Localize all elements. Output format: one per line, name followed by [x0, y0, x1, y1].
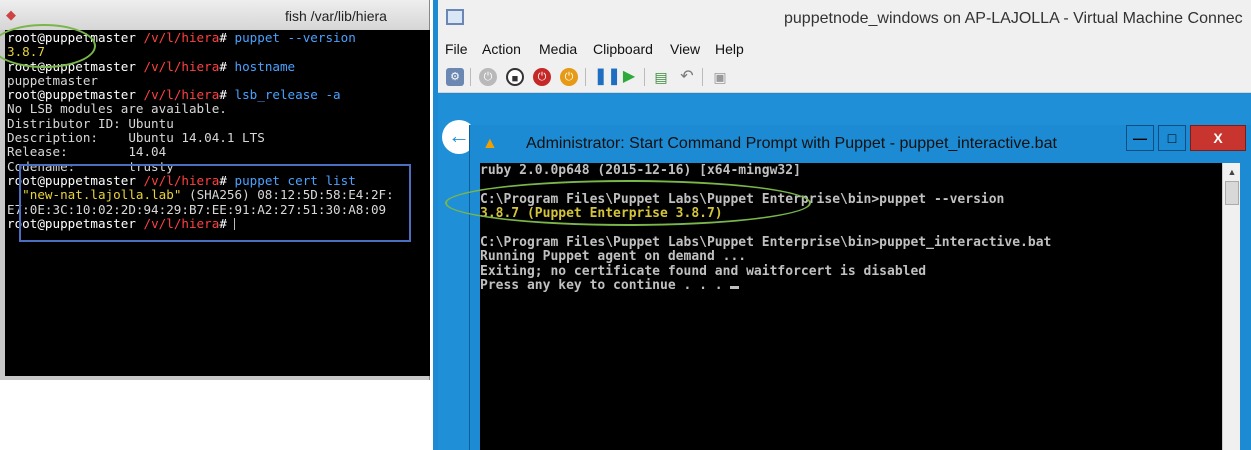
terminal-line: Release: 14.04	[7, 144, 166, 159]
terminal-line: Distributor ID: Ubuntu	[7, 116, 174, 131]
toolbar-separator	[585, 68, 586, 86]
terminal-segment: /v/l/hiera	[143, 87, 220, 103]
maximize-button[interactable]: □	[1158, 125, 1186, 151]
vm-title: puppetnode_windows on AP-LAJOLLA - Virtu…	[784, 10, 1243, 27]
vm-titlebar[interactable]: puppetnode_windows on AP-LAJOLLA - Virtu…	[433, 0, 1251, 37]
terminal-segment: C:\Program Files\Puppet Labs\Puppet Ente…	[480, 235, 1052, 251]
terminal-line: Press any key to continue . . .	[480, 278, 740, 294]
terminal-line: Running Puppet agent on demand ...	[480, 249, 746, 264]
save-icon[interactable]: ⏻	[560, 68, 578, 86]
menu-media[interactable]: Media	[539, 41, 577, 57]
terminal-segment: hostname	[234, 58, 296, 74]
vm-menubar: File Action Media Clipboard View Help	[438, 37, 1251, 61]
checkpoint-icon[interactable]: ▤	[652, 68, 670, 86]
resume-icon[interactable]: ▶	[620, 68, 638, 86]
toolbar-separator	[702, 68, 703, 86]
scroll-up-icon[interactable]: ▲	[1223, 163, 1241, 181]
windows-version-highlight-ellipse	[445, 180, 811, 226]
close-button[interactable]: X	[1190, 125, 1246, 151]
terminal-title: fish /var/lib/hiera	[285, 8, 387, 24]
terminal-segment: root@puppetmaster	[7, 87, 144, 103]
terminal-line: Description: Ubuntu 14.04.1 LTS	[7, 130, 265, 145]
terminal-segment: Running Puppet agent on demand ...	[480, 249, 747, 265]
terminal-segment: Press any key to continue . . .	[480, 278, 731, 294]
terminal-segment: puppet --version	[234, 30, 356, 45]
menu-file[interactable]: File	[445, 41, 468, 57]
toolbar-separator	[644, 68, 645, 86]
terminal-segment: Exiting; no certificate found and waitfo…	[480, 263, 927, 279]
scroll-thumb[interactable]	[1225, 181, 1239, 205]
terminal-line: No LSB modules are available.	[7, 101, 227, 116]
terminal-line: root@puppetmaster /v/l/hiera# lsb_releas…	[7, 87, 341, 102]
terminal-line: ruby 2.0.0p648 (2015-12-16) [x64-mingw32…	[480, 163, 801, 178]
terminal-segment: /v/l/hiera	[143, 58, 220, 74]
turn-off-icon[interactable]: ■	[506, 68, 524, 86]
menu-view[interactable]: View	[670, 41, 700, 57]
vm-toolbar: ⚙ ⏻ ■ ⏻ ⏻ ❚❚ ▶ ▤ ↶ ▣	[438, 61, 1251, 93]
minimize-button[interactable]: —	[1126, 125, 1154, 151]
cmd-scrollbar[interactable]: ▲	[1222, 163, 1240, 450]
terminal-segment: #	[219, 58, 235, 74]
shutdown-icon[interactable]: ⏻	[533, 68, 551, 86]
terminal-segment: #	[219, 30, 235, 45]
cert-list-highlight-box	[19, 164, 411, 242]
terminal-line: C:\Program Files\Puppet Labs\Puppet Ente…	[480, 235, 1051, 250]
terminal-line: puppetmaster	[7, 73, 98, 88]
enhanced-session-icon[interactable]: ▣	[711, 68, 729, 86]
terminal-segment: #	[219, 87, 235, 103]
cmd-icon: ▲	[482, 135, 498, 152]
terminal-segment: Distributor ID: Ubuntu	[7, 115, 174, 131]
revert-icon[interactable]: ↶	[678, 68, 696, 86]
pause-icon[interactable]: ❚❚	[594, 68, 621, 86]
cursor	[730, 286, 740, 290]
terminal-segment: Release: 14.04	[7, 144, 167, 160]
terminal-segment: No LSB modules are available.	[7, 101, 227, 117]
terminal-segment: Description: Ubuntu 14.04.1 LTS	[7, 130, 265, 146]
menu-action[interactable]: Action	[482, 41, 521, 57]
ctrl-alt-del-icon[interactable]: ⚙	[446, 68, 464, 86]
cmd-right-border	[1240, 163, 1251, 450]
vm-icon	[446, 9, 464, 25]
app-icon: ◆	[6, 7, 16, 22]
terminal-segment: lsb_release -a	[234, 87, 341, 103]
terminal-segment: /v/l/hiera	[143, 30, 220, 45]
terminal-segment: puppetmaster	[7, 72, 98, 88]
cmd-window[interactable]: ▲ Administrator: Start Command Prompt wi…	[469, 125, 1251, 450]
terminal-line: Exiting; no certificate found and waitfo…	[480, 264, 926, 279]
cmd-title: Administrator: Start Command Prompt with…	[526, 135, 1057, 152]
toolbar-separator	[470, 68, 471, 86]
terminal-segment: ruby 2.0.0p648 (2015-12-16) [x64-mingw32…	[480, 163, 801, 178]
cmd-titlebar[interactable]: ▲ Administrator: Start Command Prompt wi…	[470, 125, 1251, 163]
start-icon[interactable]: ⏻	[479, 68, 497, 86]
menu-clipboard[interactable]: Clipboard	[593, 41, 653, 57]
menu-help[interactable]: Help	[715, 41, 744, 57]
